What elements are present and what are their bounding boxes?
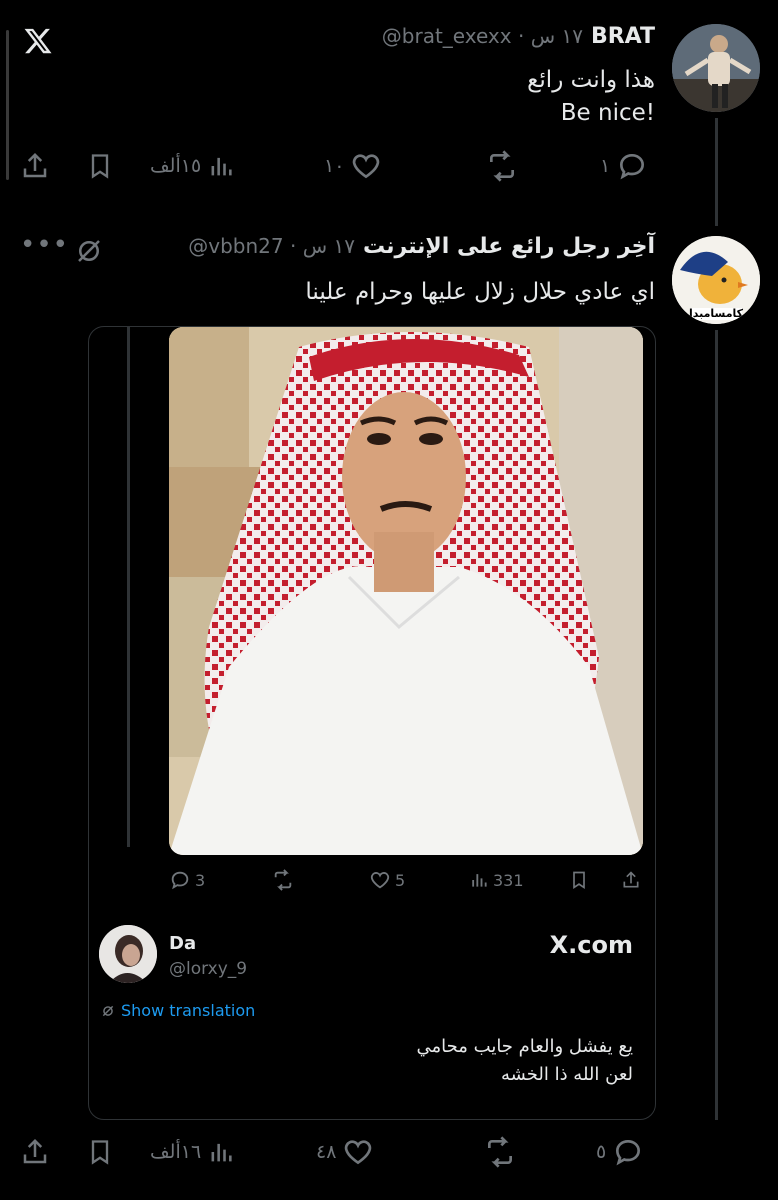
timestamp: ١٧ س (302, 234, 355, 258)
share-button[interactable] (20, 1136, 50, 1168)
reply-button[interactable]: ٥ (596, 1136, 644, 1168)
avatar-caption: كامسامبدا (688, 307, 744, 320)
heart-icon (350, 150, 382, 182)
embed-bookmark-button[interactable] (569, 869, 589, 891)
repost-button[interactable] (482, 1136, 518, 1168)
avatar[interactable]: كامسامبدا (672, 236, 760, 324)
repost-button[interactable] (484, 150, 520, 182)
quoted-author-handle[interactable]: @lorxy_9 (169, 959, 247, 979)
quoted-avatar[interactable] (99, 925, 157, 983)
quoted-text: يع يفشل والعام جايب محامي لعن الله ذا ال… (416, 1036, 633, 1085)
translate-icon (101, 1004, 115, 1018)
selfie-photo[interactable] (169, 327, 643, 855)
show-translation-button[interactable]: Show translation (101, 1001, 255, 1020)
views-button[interactable]: ١٥ألف (150, 150, 235, 182)
repost-icon (482, 1136, 518, 1168)
x-logo-icon[interactable] (22, 26, 54, 56)
quoted-author-name[interactable]: Da (169, 933, 196, 954)
views-icon (469, 869, 489, 891)
author-name[interactable]: BRAT (591, 24, 655, 49)
reply-icon (169, 869, 191, 891)
heart-icon (342, 1136, 374, 1168)
views-button[interactable]: ١٦ألف (150, 1136, 235, 1168)
embed-share-button[interactable] (621, 869, 641, 891)
timestamp: ١٧ س (530, 24, 583, 48)
bookmark-button[interactable] (86, 1136, 114, 1168)
more-options-icon[interactable]: ••• (20, 230, 69, 260)
author-handle[interactable]: @brat_exexx · ١٧ س (382, 24, 583, 48)
author-name[interactable]: آخِر رجل رائع على الإنترنت (363, 234, 655, 259)
views-icon (207, 150, 235, 182)
thread-connector (715, 118, 718, 226)
tweet-text: اي عادي حلال زلال عليها وحرام علينا (305, 279, 655, 305)
embed-thread-line (127, 327, 130, 847)
tweet-text: هذا وانت رائع Be nice! (527, 67, 655, 126)
tweet-header: BRAT @brat_exexx · ١٧ س (382, 24, 655, 49)
source-link[interactable]: X.com (550, 931, 633, 959)
like-button[interactable]: ١٠ (324, 150, 382, 182)
reply-button[interactable]: ١ (600, 150, 648, 182)
tweet-header: آخِر رجل رائع على الإنترنت @vbbn27 · ١٧ … (188, 234, 655, 259)
views-icon (207, 1136, 235, 1168)
like-button[interactable]: ٤٨ (316, 1136, 374, 1168)
embed-reply-button[interactable]: 3 (169, 869, 205, 891)
embed-repost-button[interactable] (271, 869, 295, 891)
author-handle[interactable]: @vbbn27 · ١٧ س (188, 234, 355, 258)
translate-off-icon[interactable] (74, 236, 104, 266)
embedded-screenshot[interactable]: 3 5 331 Da @lorxy_9 X.com Show translati… (88, 326, 656, 1120)
scrollbar[interactable] (6, 30, 9, 180)
repost-icon (484, 150, 520, 182)
reply-icon (616, 150, 648, 182)
embed-views-button[interactable]: 331 (469, 869, 524, 891)
embed-like-button[interactable]: 5 (369, 869, 405, 891)
heart-icon (369, 869, 391, 891)
avatar[interactable] (672, 24, 760, 112)
thread-connector (715, 330, 718, 1120)
reply-icon (612, 1136, 644, 1168)
share-button[interactable] (20, 150, 50, 182)
bookmark-button[interactable] (86, 150, 114, 182)
repost-icon (271, 869, 295, 891)
